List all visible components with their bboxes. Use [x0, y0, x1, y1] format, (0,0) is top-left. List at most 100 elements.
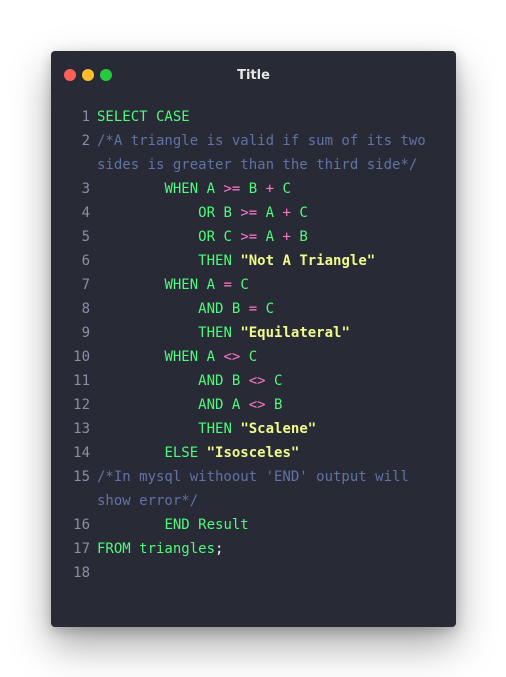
code-text: END Result: [97, 513, 456, 537]
code-token: +: [282, 229, 291, 245]
code-line: 13 THEN "Scalene": [51, 417, 456, 441]
code-token: B: [290, 229, 308, 245]
code-text: ELSE "Isosceles": [97, 441, 456, 465]
line-number: 13: [73, 421, 90, 437]
code-token: THEN: [198, 325, 232, 341]
code-token: OR: [198, 205, 216, 221]
code-token: C: [274, 181, 291, 197]
code-token: =: [248, 301, 258, 317]
code-token: A: [257, 205, 283, 221]
code-text: OR C >= A + B: [97, 225, 456, 249]
code-line: 5 OR C >= A + B: [51, 225, 456, 249]
code-token: ELSE: [164, 445, 199, 461]
code-text: /*A triangle is valid if sum of its two …: [97, 129, 432, 177]
code-text: THEN "Not A Triangle": [97, 249, 456, 273]
code-text: /*In mysql withoout 'END' output will sh…: [97, 465, 432, 513]
code-line: 8 AND B = C: [51, 297, 456, 321]
code-token: AND: [198, 397, 224, 413]
line-number: 6: [81, 253, 90, 269]
code-window: Title 1 SELECT CASE 2 /*A triangle is valid…: [51, 51, 456, 627]
code-line: 6 THEN "Not A Triangle": [51, 249, 456, 273]
code-line: 17 FROM triangles;: [51, 537, 456, 561]
code-text: AND A <> B: [97, 393, 456, 417]
code-token: ;: [215, 541, 224, 557]
line-number: 2: [81, 133, 90, 149]
code-token: A: [257, 229, 283, 245]
code-token: WHEN: [164, 181, 199, 197]
line-number: 5: [81, 229, 90, 245]
code-token: "Isosceles": [206, 445, 300, 461]
line-number: 17: [73, 541, 90, 557]
code-text: FROM triangles;: [97, 537, 456, 561]
code-line: 16 END Result: [51, 513, 456, 537]
code-line: 2 /*A triangle is valid if sum of its two…: [51, 129, 456, 177]
code-token: C: [290, 205, 308, 221]
code-token: +: [265, 181, 275, 197]
line-number: 1: [81, 109, 90, 125]
window-title: Title: [237, 68, 270, 83]
code-token: <>: [248, 373, 266, 389]
line-number: 10: [73, 349, 90, 365]
code-line: 18: [51, 561, 456, 585]
code-text: WHEN A >= B + C: [97, 177, 456, 201]
code-line: 1 SELECT CASE: [51, 105, 456, 129]
code-token: A: [198, 181, 224, 197]
code-line: 14 ELSE "Isosceles": [51, 441, 456, 465]
code-text: SELECT CASE: [97, 105, 456, 129]
code-token: B: [223, 301, 249, 317]
code-line: 7 WHEN A = C: [51, 273, 456, 297]
line-number: 7: [81, 277, 90, 293]
code-block: 1 SELECT CASE 2 /*A triangle is valid if su…: [51, 105, 456, 585]
code-token: FROM: [97, 541, 131, 557]
code-token: C: [265, 373, 283, 389]
code-token: B: [223, 373, 249, 389]
code-token: >=: [223, 181, 241, 197]
code-line: 11 AND B <> C: [51, 369, 456, 393]
code-token: A: [223, 397, 249, 413]
line-number: 15: [73, 469, 90, 485]
code-token: A: [198, 349, 224, 365]
code-token: C: [215, 229, 241, 245]
code-token: B: [215, 205, 241, 221]
code-token: >=: [240, 229, 258, 245]
code-token: THEN: [198, 421, 232, 437]
line-number: 18: [73, 565, 90, 581]
code-text: OR B >= A + C: [97, 201, 456, 225]
code-token: "Not A Triangle": [240, 253, 376, 269]
line-number: 14: [73, 445, 90, 461]
code-token: SELECT CASE: [97, 109, 190, 125]
line-number: 9: [81, 325, 90, 341]
code-token: <>: [223, 349, 241, 365]
line-number: 8: [81, 301, 90, 317]
code-token: "Scalene": [240, 421, 317, 437]
code-text: WHEN A <> C: [97, 345, 456, 369]
code-token: AND: [198, 301, 224, 317]
code-text: AND B <> C: [97, 369, 456, 393]
code-token: AND: [198, 373, 224, 389]
code-text: AND B = C: [97, 297, 456, 321]
code-token: THEN: [198, 253, 232, 269]
title-bar: Title: [51, 51, 456, 99]
code-token: B: [265, 397, 283, 413]
line-number: 4: [81, 205, 90, 221]
code-line: 12 AND A <> B: [51, 393, 456, 417]
code-token: /*In mysql withoout 'END' output will sh…: [97, 469, 418, 509]
code-token: +: [282, 205, 291, 221]
code-line: 4 OR B >= A + C: [51, 201, 456, 225]
code-token: /*A triangle is valid if sum of its two …: [97, 133, 435, 173]
code-line: 3 WHEN A >= B + C: [51, 177, 456, 201]
code-token: OR: [198, 229, 216, 245]
